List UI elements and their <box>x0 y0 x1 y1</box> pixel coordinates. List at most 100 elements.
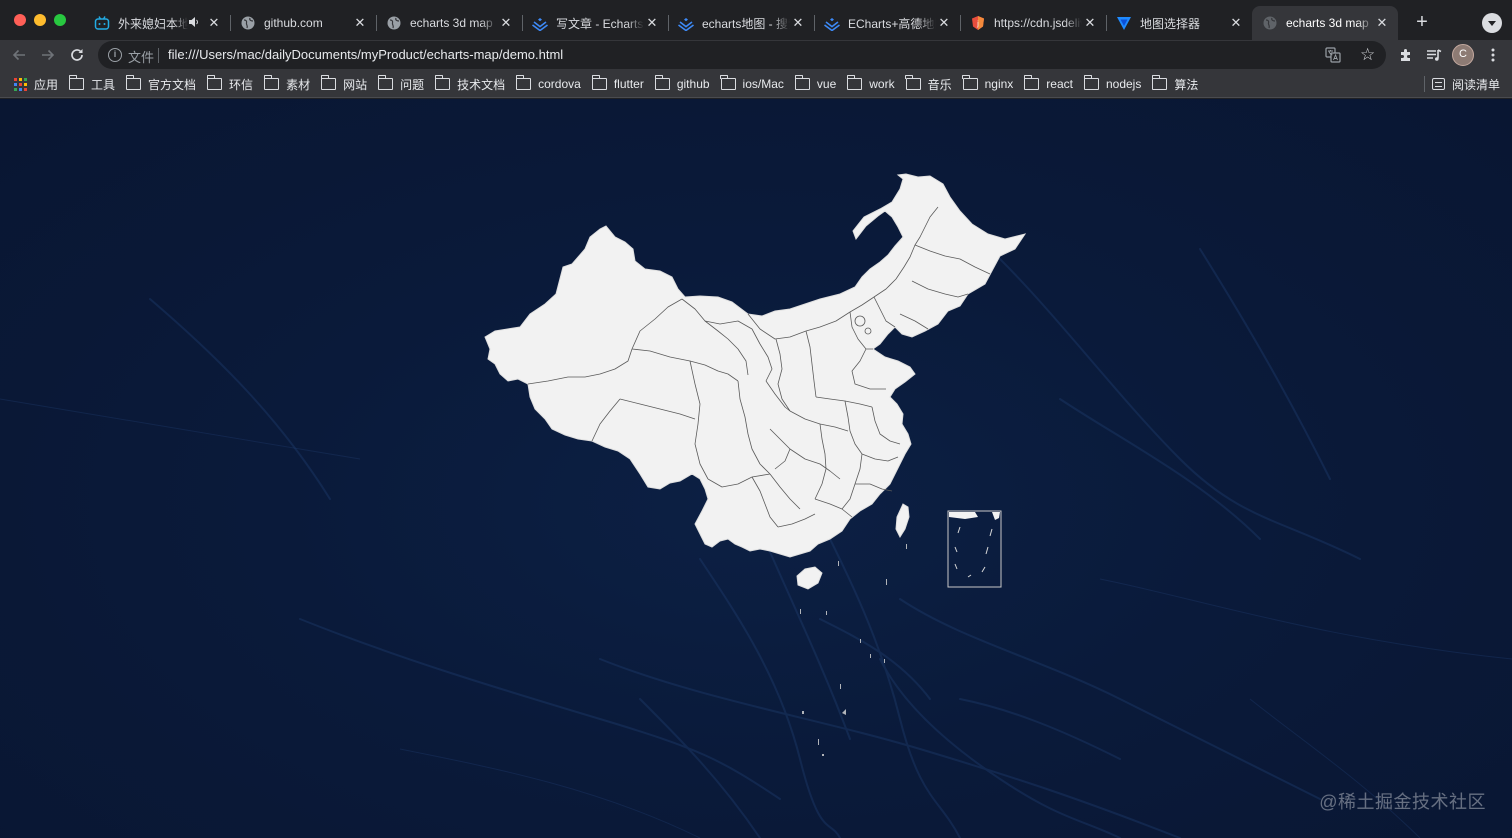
china-province-map[interactable] <box>0 99 1512 838</box>
window-controls <box>14 14 66 26</box>
tab-title: echarts 3d map <box>1286 16 1369 30</box>
tab-title: https://cdn.jsdelivr <box>994 16 1082 30</box>
bookmark-folder[interactable]: 工具 <box>67 70 121 98</box>
bookmark-folder[interactable]: nginx <box>961 70 1020 98</box>
tab[interactable]: j https://cdn.jsdelivr ✕ <box>960 6 1106 40</box>
window-maximize-button[interactable] <box>54 14 66 26</box>
info-icon[interactable]: i <box>108 48 122 62</box>
speaker-icon[interactable] <box>188 16 202 31</box>
folder-icon <box>1152 75 1168 90</box>
url-text[interactable]: file:///Users/mac/dailyDocuments/myProdu… <box>168 47 563 62</box>
tab-active[interactable]: echarts 3d map ✕ <box>1252 6 1398 40</box>
bookmark-label: 音乐 <box>927 77 952 92</box>
bookmark-folder[interactable]: 音乐 <box>904 70 958 98</box>
juejin-icon <box>824 15 840 31</box>
bookmark-star-icon[interactable]: ☆ <box>1360 45 1375 65</box>
folder-icon <box>68 75 85 90</box>
bookmark-folder[interactable]: react <box>1022 70 1079 98</box>
apps-grid-icon <box>14 77 27 91</box>
tab[interactable]: echarts 3d map ✕ <box>376 6 522 40</box>
mainland-shape[interactable] <box>484 173 1027 558</box>
toolbar: i 文件 file:///Users/mac/dailyDocuments/my… <box>0 40 1512 70</box>
bookmark-label: nodejs <box>1105 77 1142 91</box>
bookmark-folder[interactable]: 网站 <box>319 70 373 98</box>
bookmark-folder[interactable]: ios/Mac <box>719 70 790 98</box>
profile-avatar[interactable]: C <box>1452 44 1474 66</box>
new-tab-button[interactable]: + <box>1410 11 1434 35</box>
bilibili-tv-icon <box>94 15 110 31</box>
arrow-right-icon <box>42 49 55 61</box>
bookmark-folder[interactable]: github <box>653 70 716 98</box>
tab-close-button[interactable]: ✕ <box>790 15 806 31</box>
tab[interactable]: github.com ✕ <box>230 6 376 40</box>
tab-search-button[interactable] <box>1482 13 1502 33</box>
folder-icon <box>263 75 280 90</box>
extensions-puzzle-icon[interactable] <box>1394 43 1418 67</box>
back-button[interactable] <box>7 43 31 67</box>
translate-icon[interactable] <box>1325 47 1341 63</box>
bookmark-label: 环信 <box>229 77 254 92</box>
media-queue-icon[interactable] <box>1422 43 1446 67</box>
globe-icon <box>240 15 256 31</box>
bookmark-folder[interactable]: 环信 <box>205 70 259 98</box>
tab-title: echarts 3d map <box>410 16 493 30</box>
tab[interactable]: 地图选择器 ✕ <box>1106 6 1252 40</box>
more-menu-icon[interactable] <box>1481 43 1505 67</box>
bookmark-folder[interactable]: nodejs <box>1082 70 1147 98</box>
reload-button[interactable] <box>65 43 89 67</box>
bookmark-apps[interactable]: 应用 <box>12 70 64 98</box>
window-close-button[interactable] <box>14 14 26 26</box>
folder-icon <box>591 75 607 90</box>
bookmark-folder[interactable]: 算法 <box>1150 70 1204 98</box>
taiwan-island[interactable] <box>895 503 910 539</box>
reload-icon <box>71 49 83 61</box>
tab-close-button[interactable]: ✕ <box>206 15 222 31</box>
folder-icon <box>794 75 810 90</box>
tab-close-button[interactable]: ✕ <box>936 15 952 31</box>
window-minimize-button[interactable] <box>34 14 46 26</box>
bookmark-folder[interactable]: vue <box>793 70 842 98</box>
tab-close-button[interactable]: ✕ <box>1374 15 1390 31</box>
datav-icon <box>1116 15 1132 31</box>
bookmark-label: work <box>869 77 895 91</box>
address-bar[interactable]: i 文件 file:///Users/mac/dailyDocuments/my… <box>98 41 1386 69</box>
bookmark-label: 网站 <box>343 77 368 92</box>
bookmark-label: 素材 <box>286 77 311 92</box>
tab-list: 外来媳妇本地郎 ✕ github.com ✕ echarts 3d map ✕ <box>84 6 1398 40</box>
folder-icon <box>720 75 736 90</box>
tab-title: 外来媳妇本地郎 <box>118 16 188 31</box>
bookmark-label: vue <box>816 77 837 91</box>
bookmark-label: 技术文档 <box>457 77 506 92</box>
tab-close-button[interactable]: ✕ <box>644 15 660 31</box>
bookmark-folder[interactable]: flutter <box>590 70 650 98</box>
folder-icon <box>1083 75 1099 90</box>
tab-close-button[interactable]: ✕ <box>498 15 514 31</box>
bookmark-label: github <box>676 77 710 91</box>
reading-list-button[interactable]: 阅读清单 <box>1431 70 1500 98</box>
bookmark-folder[interactable]: 技术文档 <box>433 70 511 98</box>
forward-button[interactable] <box>36 43 60 67</box>
divider <box>158 48 159 63</box>
bookmark-folder[interactable]: work <box>845 70 900 98</box>
divider <box>1424 76 1425 92</box>
bookmark-folder[interactable]: 问题 <box>376 70 430 98</box>
tab[interactable]: echarts地图 - 搜索 ✕ <box>668 6 814 40</box>
tab[interactable]: 写文章 - Echarts ✕ <box>522 6 668 40</box>
tab-close-button[interactable]: ✕ <box>352 15 368 31</box>
folder-icon <box>905 75 921 90</box>
tab[interactable]: 外来媳妇本地郎 ✕ <box>84 6 230 40</box>
bookmark-list: 应用 工具 官方文档 环信 素材 网站 问题 技术文档 cordova flut… <box>12 70 1207 98</box>
folder-icon <box>377 75 394 90</box>
url-scheme-label: 文件 <box>128 50 155 65</box>
bookmark-folder[interactable]: 官方文档 <box>124 70 202 98</box>
tab-close-button[interactable]: ✕ <box>1082 15 1098 31</box>
tab-close-button[interactable]: ✕ <box>1228 15 1244 31</box>
south-china-sea-inset[interactable] <box>947 510 1002 588</box>
folder-icon <box>846 75 863 90</box>
hainan-island[interactable] <box>796 566 823 590</box>
tab[interactable]: ECharts+高德地图 ✕ <box>814 6 960 40</box>
tab-title: 地图选择器 <box>1140 16 1201 31</box>
bookmark-folder[interactable]: cordova <box>514 70 587 98</box>
bookmark-folder[interactable]: 素材 <box>262 70 316 98</box>
folder-icon <box>320 75 337 90</box>
